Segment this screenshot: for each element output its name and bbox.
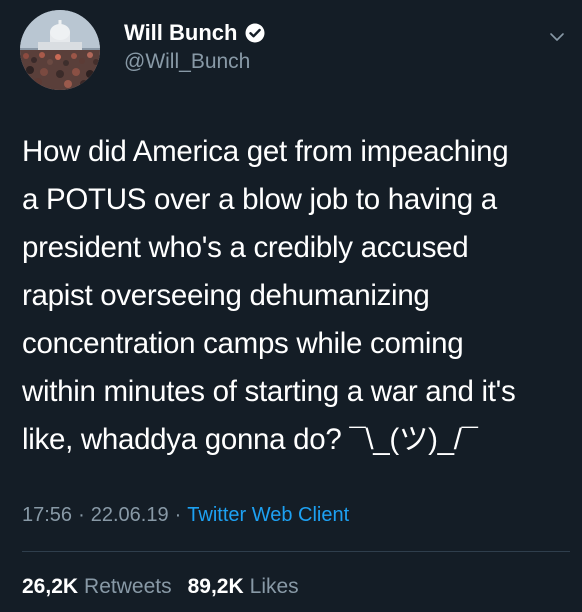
tweet-text-line: How did America get from impeaching xyxy=(22,135,509,168)
avatar-image xyxy=(20,10,100,90)
tweet-text: How did America get from impeaching a PO… xyxy=(22,128,570,464)
tweet-stats: 26,2K Retweets 89,2K Likes xyxy=(22,575,309,599)
tweet-text-line: within minutes of starting a war and it'… xyxy=(22,375,516,408)
tweet-text-line: like, whaddya gonna do? ¯\_(ツ)_/¯ xyxy=(22,423,478,456)
retweets-stat[interactable]: 26,2K Retweets xyxy=(22,575,172,599)
tweet-date[interactable]: 22.06.19 xyxy=(91,504,169,527)
name-row: Will Bunch xyxy=(124,20,265,46)
tweet-text-line: a POTUS over a blow job to having a xyxy=(22,183,497,216)
avatar[interactable] xyxy=(20,10,100,90)
likes-stat[interactable]: 89,2K Likes xyxy=(188,575,299,599)
tweet-header: Will Bunch @Will_Bunch xyxy=(20,10,570,90)
chevron-down-icon[interactable] xyxy=(548,28,566,46)
verified-icon xyxy=(245,23,265,43)
meta-separator: · xyxy=(78,504,85,526)
retweets-label: Retweets xyxy=(84,575,172,598)
retweets-count: 26,2K xyxy=(22,575,79,598)
likes-label: Likes xyxy=(249,575,299,598)
meta-separator: · xyxy=(174,504,182,526)
tweet-card: Will Bunch @Will_Bunch How did America g… xyxy=(0,0,582,612)
tweet-text-line: president who's a credibly accused xyxy=(22,231,469,264)
tweet-client-link[interactable]: Twitter Web Client xyxy=(187,504,349,527)
display-name[interactable]: Will Bunch xyxy=(124,20,237,46)
tweet-time[interactable]: 17:56 xyxy=(22,504,72,527)
tweet-meta: 17:56 · 22.06.19 · Twitter Web Client xyxy=(22,504,349,527)
divider xyxy=(22,551,570,552)
likes-count: 89,2K xyxy=(187,575,244,598)
tweet-text-line: rapist overseeing dehumanizing xyxy=(22,279,430,312)
tweet-text-line: concentration camps while coming xyxy=(22,327,464,360)
handle[interactable]: @Will_Bunch xyxy=(124,50,250,74)
